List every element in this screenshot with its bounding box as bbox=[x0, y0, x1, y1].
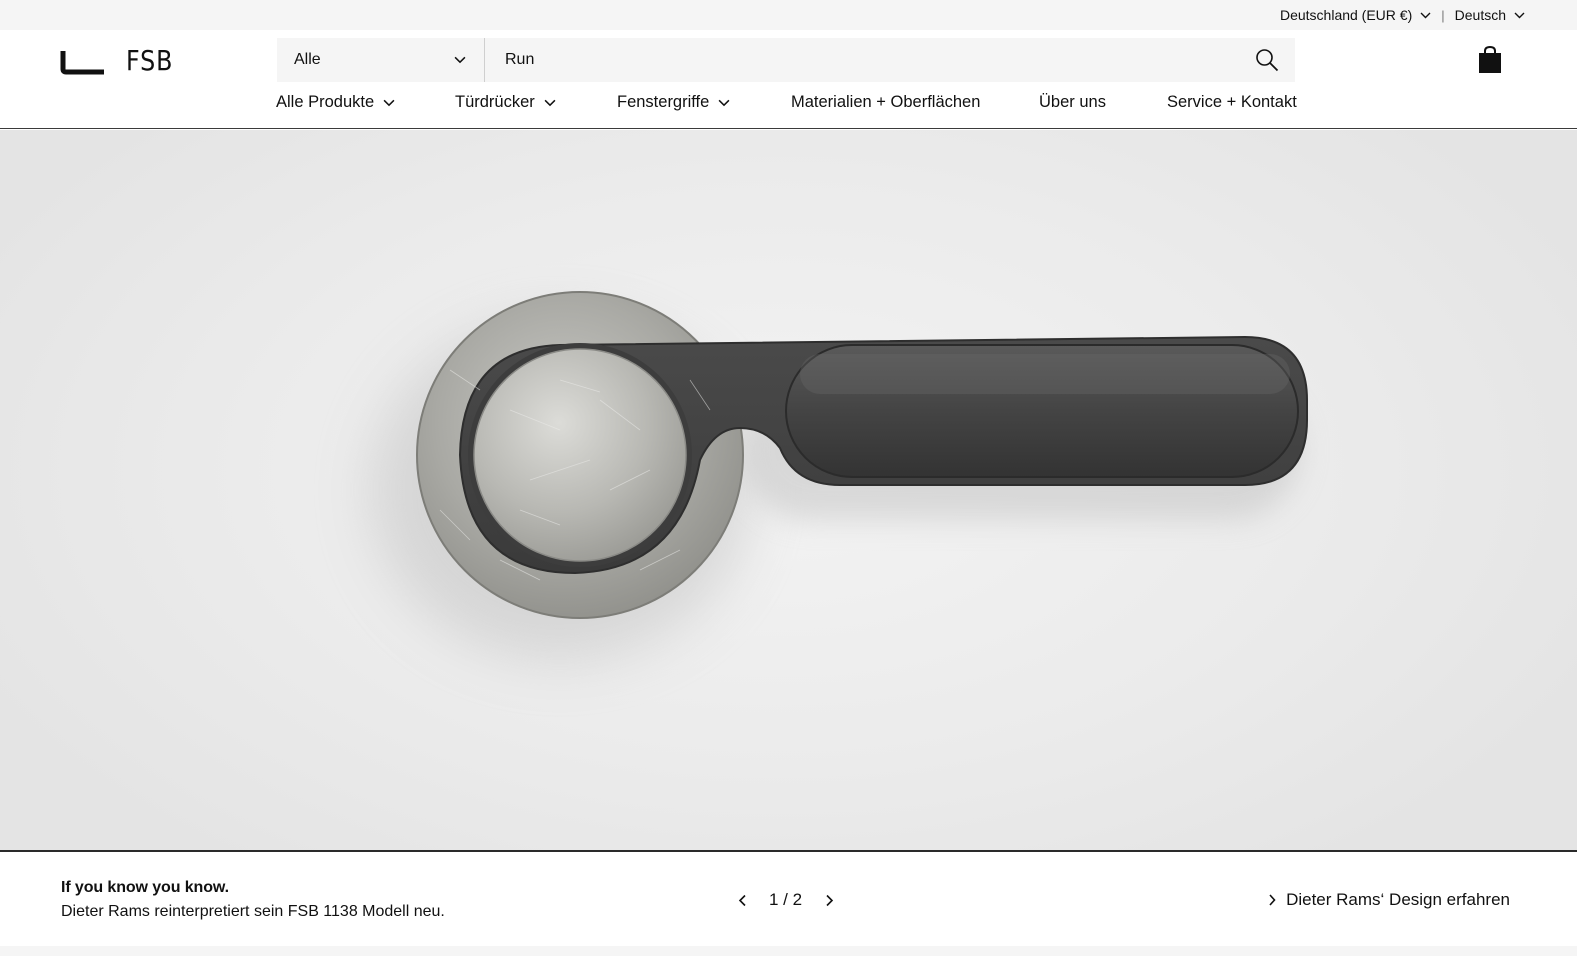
prev-slide-button[interactable] bbox=[733, 891, 751, 909]
utility-bar: Deutschland (EUR €) | Deutsch bbox=[0, 0, 1577, 30]
chevron-right-icon bbox=[826, 894, 833, 906]
nav-item-label: Türdrücker bbox=[455, 93, 535, 111]
country-label: Deutschland (EUR €) bbox=[1279, 7, 1413, 23]
nav-item-label: Service + Kontakt bbox=[1167, 93, 1297, 111]
chevron-left-icon bbox=[738, 894, 746, 906]
language-label: Deutsch bbox=[1454, 7, 1506, 23]
chevron-down-icon bbox=[454, 56, 466, 64]
search-input[interactable] bbox=[485, 38, 1239, 82]
slide-cta-link[interactable]: Dieter Rams‘ Design erfahren bbox=[1268, 890, 1510, 910]
search-button[interactable] bbox=[1239, 38, 1295, 82]
next-slide-button[interactable] bbox=[820, 891, 838, 909]
nav-item-ueber-uns[interactable]: Über uns bbox=[1039, 93, 1106, 112]
chevron-down-icon bbox=[1514, 12, 1525, 18]
hero-slide-image[interactable] bbox=[0, 130, 1577, 850]
nav-item-label: Materialien + Oberflächen bbox=[791, 93, 981, 111]
door-handle-illustration bbox=[370, 291, 1308, 660]
cart-button[interactable] bbox=[1477, 45, 1503, 75]
brand-name: FSB bbox=[126, 44, 174, 77]
nav-item-service-kontakt[interactable]: Service + Kontakt bbox=[1167, 93, 1297, 112]
search-category-select[interactable]: Alle bbox=[277, 38, 485, 82]
main-nav: Alle Produkte Türdrücker Fenstergriffe M… bbox=[276, 93, 1297, 117]
site-header: FSB Alle Alle Produkte Türdrücker bbox=[0, 30, 1577, 129]
language-selector[interactable]: Deutsch bbox=[1455, 7, 1525, 23]
nav-item-fenstergriffe[interactable]: Fenstergriffe bbox=[617, 93, 730, 112]
search-bar: Alle bbox=[277, 38, 1295, 82]
brand-logo[interactable]: FSB bbox=[60, 44, 182, 77]
search-icon bbox=[1256, 49, 1279, 72]
search-category-value: Alle bbox=[294, 51, 321, 68]
shopping-bag-icon bbox=[1479, 45, 1501, 73]
slide-cta-label: Dieter Rams‘ Design erfahren bbox=[1286, 890, 1510, 909]
utility-separator: | bbox=[1441, 7, 1445, 23]
slide-caption-bar: If you know you know. Dieter Rams reinte… bbox=[0, 850, 1577, 946]
footer-strip bbox=[0, 946, 1577, 956]
country-selector[interactable]: Deutschland (EUR €) bbox=[1280, 7, 1431, 23]
nav-item-label: Über uns bbox=[1039, 93, 1106, 111]
slide-title: If you know you know. bbox=[61, 879, 229, 896]
chevron-down-icon bbox=[383, 99, 395, 106]
chevron-down-icon bbox=[718, 99, 730, 106]
nav-item-materialien[interactable]: Materialien + Oberflächen bbox=[791, 93, 980, 112]
slide-pager: 1 / 2 bbox=[733, 890, 838, 910]
slide-counter: 1 / 2 bbox=[769, 890, 803, 909]
chevron-down-icon bbox=[544, 99, 556, 106]
slide-subtitle: Dieter Rams reinterpretiert sein FSB 113… bbox=[61, 903, 445, 920]
chevron-right-icon bbox=[1269, 894, 1276, 906]
logo-mark-icon bbox=[60, 50, 104, 74]
nav-item-alle-produkte[interactable]: Alle Produkte bbox=[276, 93, 395, 112]
nav-item-label: Fenstergriffe bbox=[617, 93, 710, 111]
nav-item-tuerdruecker[interactable]: Türdrücker bbox=[455, 93, 556, 112]
utility-links: Deutschland (EUR €) | Deutsch bbox=[1280, 0, 1525, 30]
nav-item-label: Alle Produkte bbox=[276, 93, 375, 111]
chevron-down-icon bbox=[1420, 12, 1431, 18]
